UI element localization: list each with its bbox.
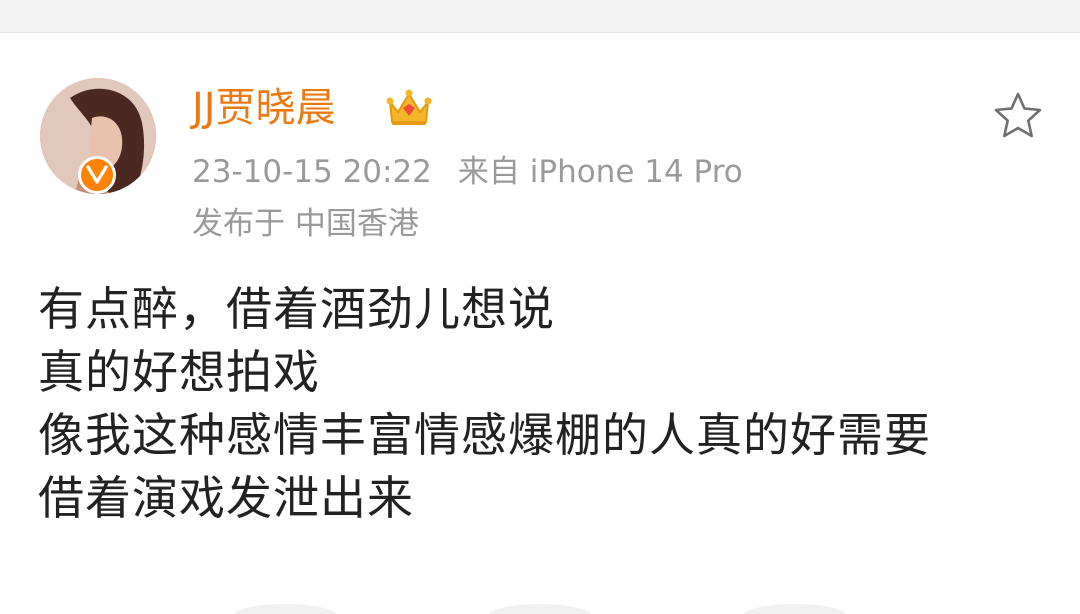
top-divider-band — [0, 0, 1080, 33]
verified-v-icon — [86, 165, 108, 184]
weibo-post-page: JJ贾晓晨 23-10-15 20:22 来自 iPhone 14 Pro 发布于… — [0, 0, 1080, 614]
post-text-line: 像我这种感情丰富情感爆棚的人真的好需要 — [38, 408, 931, 462]
partial-image-thumbnails — [233, 604, 847, 614]
post-source: 来自 iPhone 14 Pro — [457, 154, 743, 190]
post-timestamp: 23-10-15 20:22 — [192, 154, 432, 190]
author-name[interactable]: JJ贾晓晨 — [192, 84, 336, 132]
post-text-line: 借着演戏发泄出来 — [38, 471, 414, 525]
crown-icon[interactable] — [386, 88, 432, 128]
star-outline-icon[interactable] — [992, 90, 1044, 142]
verified-badge — [78, 156, 116, 194]
post-location: 发布于 中国香港 — [192, 206, 419, 242]
post-content: 有点醉，借着酒劲儿想说 真的好想拍戏 像我这种感情丰富情感爆棚的人真的好需要 借… — [38, 278, 1048, 530]
post-text-line: 有点醉，借着酒劲儿想说 — [38, 282, 555, 336]
post-text-line: 真的好想拍戏 — [38, 345, 320, 399]
post-meta: 23-10-15 20:22 来自 iPhone 14 Pro — [192, 152, 743, 192]
